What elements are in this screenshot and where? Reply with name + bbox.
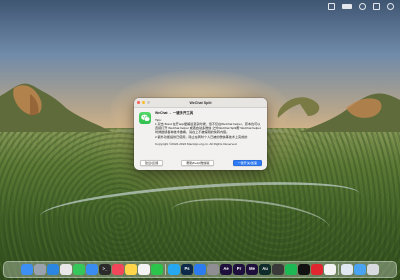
search-icon[interactable] [359,2,366,10]
dock-separator [165,264,166,275]
about-dialog: WeChat Split WeChat → 一键多开工具 Tips: 1.双击 … [134,98,267,170]
dock-app-finder[interactable] [21,263,33,276]
dock-app-downloads[interactable] [354,263,366,276]
control-center-icon[interactable] [373,2,380,10]
dock: >_ Ps Ae Pr Me Au [3,261,397,278]
dock-app-audition[interactable]: Au [259,263,271,276]
wifi-icon[interactable] [328,2,335,10]
wechat-bubbles-icon [139,112,151,124]
dock-app-media-encoder[interactable]: Me [246,263,258,276]
help-button[interactable]: 帮助/help/微信版 [181,160,215,166]
notification-icon[interactable] [387,2,394,10]
dock-app-netease-music[interactable] [311,263,323,276]
dialog-title: WeChat Split [189,100,212,105]
dialog-headline: WeChat → 一键多开工具 [155,111,194,115]
copyright-text: Copyright ©2022-2024 MacApp.org.cn. All … [155,141,237,146]
dock-app-settings[interactable] [207,263,219,276]
dock-app-safari[interactable] [47,263,59,276]
dock-app-spotify[interactable] [285,263,297,276]
battery-icon[interactable] [342,3,352,9]
dock-app-music[interactable] [112,263,124,276]
dock-app-trash[interactable] [367,263,379,276]
dock-app-calculator[interactable] [272,263,284,276]
dock-app-preview[interactable] [341,263,353,276]
dock-app-premiere[interactable]: Pr [233,263,245,276]
dialog-content: WeChat → 一键多开工具 Tips: 1.双击 Bond 在开app缓解最… [155,111,263,146]
dock-app-chrome[interactable] [60,263,72,276]
dock-app-terminal[interactable]: >_ [99,263,111,276]
dock-app-tiktok[interactable] [298,263,310,276]
dock-app-mail[interactable] [86,263,98,276]
dock-app-weibo[interactable] [324,263,336,276]
dock-app-photos[interactable] [138,263,150,276]
feedback-button[interactable]: 建议/反馈 [140,160,164,166]
toggle-button[interactable]: 一键开关/加速 [232,160,262,166]
dialog-buttons: 建议/反馈 帮助/help/微信版 一键开关/加速 [140,160,262,166]
dock-app-wechat[interactable] [151,263,163,276]
dock-separator [338,264,339,275]
tips-line-1: 1.双击 Bond 在开app缓解最复杂时候，但不仅在WeChat helper… [155,122,261,135]
dialog-titlebar: WeChat Split [134,98,267,108]
dock-app-qq[interactable] [168,263,180,276]
dock-app-photoshop[interactable]: Ps [181,263,193,276]
dock-app-notes[interactable] [125,263,137,276]
tips-line-2: 2.额外功能提供已使用，除止在同时个人已被的微信等技术上完成的 [155,134,248,139]
dock-app-after-effects[interactable]: Ae [220,263,232,276]
dock-app-launchpad[interactable] [34,263,46,276]
menu-bar [0,0,400,12]
dock-app-messages[interactable] [73,263,85,276]
dock-app-app-store[interactable] [194,263,206,276]
